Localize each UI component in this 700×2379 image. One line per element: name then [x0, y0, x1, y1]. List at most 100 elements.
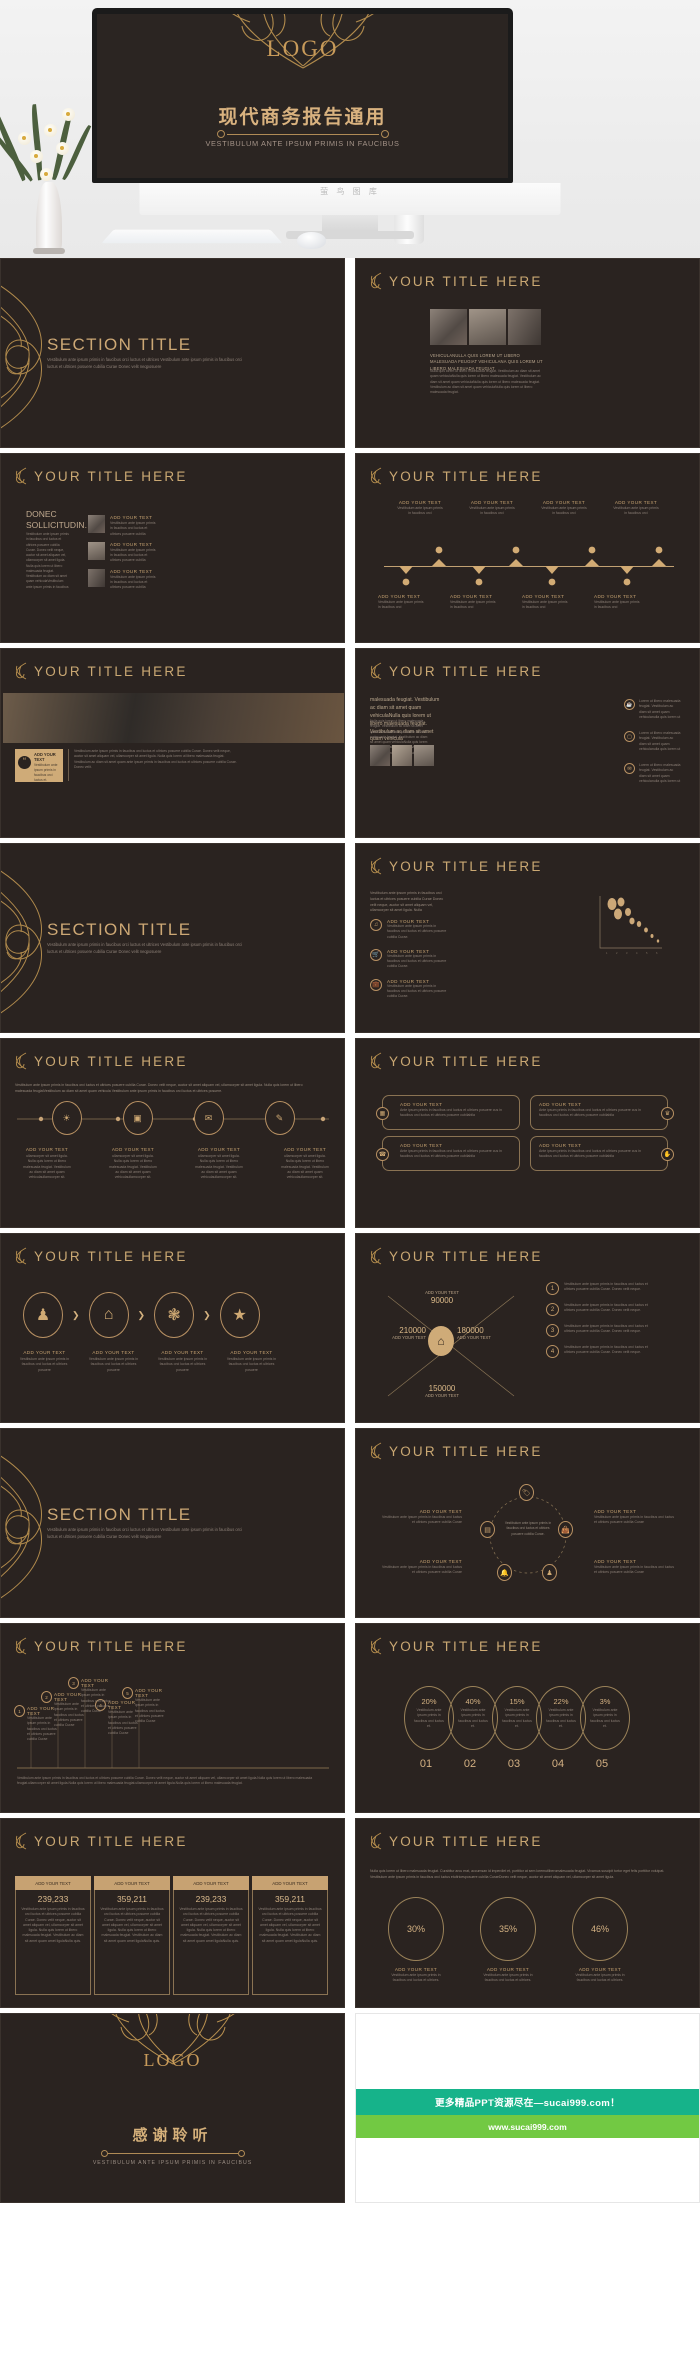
stat-column[interactable]: ADD YOUR TEXT 239,233 Vestibulum ante ip… [173, 1876, 249, 1995]
tag-icon[interactable]: 🏷 [519, 1484, 534, 1501]
percent-circle[interactable]: 22% Vestibulum ante ipsum primis in fauc… [536, 1686, 586, 1750]
slide-thumbnail[interactable]: YOUR TITLE HERE ADD YOUR TEXT Vestibulum… [355, 453, 700, 643]
list-item[interactable]: 1 Vestibulum ante ipsum primis in faucib… [546, 1282, 652, 1295]
donut-label: ADD YOUR TEXT [394, 1967, 438, 1972]
list-item[interactable]: 3 Vestibulum ante ipsum primis in faucib… [546, 1324, 652, 1337]
step-badge-5[interactable]: 5 [122, 1687, 133, 1699]
step-badge-1[interactable]: 1 [14, 1705, 25, 1717]
percent-desc: Vestibulum ante ipsum primis in faucibus… [546, 1708, 576, 1728]
node-bottom[interactable]: 150000 ADD YOUR TEXT [406, 1384, 478, 1398]
node-right[interactable]: 180000 ADD YOUR TEXT [457, 1326, 515, 1340]
pencil-icon[interactable]: ✎ [264, 1101, 295, 1135]
bag-icon[interactable]: 👜 [558, 1521, 573, 1538]
list-item[interactable]: ADD YOUR TEXT ullamcorper sit amet ligul… [281, 1147, 329, 1180]
donut-item[interactable]: 46% ADD YOUR TEXT Vestibulum ante ipsum … [572, 1897, 628, 1984]
slide-thumbnail[interactable]: YOUR TITLE HERE Vestibulum ante ipsum pr… [355, 843, 700, 1033]
slide-thumbnail[interactable]: YOUR TITLE HERE Vestibulum ante ipsum pr… [0, 1038, 345, 1228]
list-item[interactable]: ADD YOUR TEXT ullamcorper sit amet ligul… [109, 1147, 157, 1180]
list-item[interactable]: ADD YOUR TEXT Vestibulum ante ipsum prim… [522, 594, 594, 611]
list-item[interactable]: 💼 ADD YOUR TEXT Vestibulum ante ipsum pr… [370, 978, 449, 1000]
slide-thumbnail[interactable]: YOUR TITLE HERE 1 2 3 4 5 ADD YOUR TEXT … [0, 1623, 345, 1813]
percent-circle[interactable]: 3% Vestibulum ante ipsum primis in fauci… [580, 1686, 630, 1750]
list-item[interactable]: ADD YOUR TEXT Vestibulum ante ipsum prim… [88, 515, 157, 537]
list-item[interactable]: ADD YOUR TEXT Vestibulum ante ipsum prim… [54, 1692, 84, 1728]
stat-column[interactable]: ADD YOUR TEXT 239,233 Vestibulum ante ip… [15, 1876, 91, 1995]
percent-circle[interactable]: 20% Vestibulum ante ipsum primis in fauc… [404, 1686, 454, 1750]
camera-icon[interactable]: ▣ [122, 1101, 153, 1135]
stat-column[interactable]: ADD YOUR TEXT 359,211 Vestibulum ante ip… [94, 1876, 170, 1995]
list-item[interactable]: ADD YOUR TEXT Vestibulum ante ipsum prim… [27, 1706, 57, 1742]
home-dollar-icon[interactable]: ⌂ [88, 1292, 129, 1338]
list-item[interactable]: ADD YOUR TEXT Vestibulum ante ipsum prim… [600, 500, 672, 517]
info-card[interactable]: ♛ ADD YOUR TEXT Ante ipsum primis in fau… [530, 1095, 674, 1130]
list-item[interactable]: ADD YOUR TEXT Vestibulum ante ipsum prim… [135, 1688, 165, 1724]
info-card[interactable]: ▦ ADD YOUR TEXT Ante ipsum primis in fau… [376, 1095, 520, 1130]
info-card[interactable]: ✋ ADD YOUR TEXT Ante ipsum primis in fau… [530, 1136, 674, 1171]
step-badge-3[interactable]: 3 [68, 1677, 79, 1689]
list-item[interactable]: 2 Vestibulum ante ipsum primis in faucib… [546, 1303, 652, 1316]
slide-thumbnail[interactable]: YOUR TITLE HERE ADD YOUR TEXT 239,233 Ve… [0, 1818, 345, 2008]
list-item[interactable]: 🛒 ADD YOUR TEXT Vestibulum ante ipsum pr… [370, 948, 449, 970]
list-item[interactable]: ADD YOUR TEXT Vestibulum ante ipsum prim… [456, 500, 528, 517]
stat-column[interactable]: ADD YOUR TEXT 359,211 Vestibulum ante ip… [252, 1876, 328, 1995]
info-card[interactable]: ☎ ADD YOUR TEXT Ante ipsum primis in fau… [376, 1136, 520, 1171]
slide-thumbnail[interactable]: LOGO 感谢聆听 VESTIBULUM ANTE IPSUM PRIMIS I… [0, 2013, 345, 2203]
list-item[interactable]: ADD YOUR TEXT Vestibulum ante ipsum prim… [155, 1350, 210, 1373]
bell-icon[interactable]: 🔔 [497, 1564, 512, 1581]
slide-thumbnail[interactable]: YOUR TITLE HERE ♟ ❯ ⌂ ❯ ❃ ❯ ★ ADD YOUR T… [0, 1233, 345, 1423]
cycle-label-left-top[interactable]: ADD YOUR TEXT Vestibulum ante ipsum prim… [382, 1509, 462, 1526]
slide-thumbnail[interactable]: YOUR TITLE HERE “ ADD YOUR TEXT Vestibul… [0, 648, 345, 838]
list-item[interactable]: ADD YOUR TEXT Vestibulum ante ipsum prim… [108, 1700, 138, 1736]
mail-icon[interactable]: ✉ [193, 1101, 224, 1135]
list-item[interactable]: ADD YOUR TEXT ullamcorper sit amet ligul… [195, 1147, 243, 1180]
slide-thumbnail[interactable]: YOUR TITLE HERE 🏷 ▤ 👜 🔔 ♟ Vestibulum ant… [355, 1428, 700, 1618]
list-item[interactable]: ADD YOUR TEXT Vestibulum ante ipsum prim… [88, 541, 157, 564]
list-item[interactable]: ADD YOUR TEXT Vestibulum ante ipsum prim… [88, 568, 157, 591]
list-item[interactable]: ADD YOUR TEXT Vestibulum ante ipsum prim… [17, 1350, 72, 1373]
slide-thumbnail[interactable]: YOUR TITLE HERE VEHICULANULLA QUIS LOREM… [355, 258, 700, 448]
people-icon[interactable]: ♟ [542, 1564, 557, 1581]
slide-thumbnail[interactable]: YOUR TITLE HERE ⌂ ADD YOUR TEXT 90000 21… [355, 1233, 700, 1423]
list-item[interactable]: 4 Vestibulum ante ipsum primis in faucib… [546, 1345, 652, 1358]
node-left[interactable]: 210000 ADD YOUR TEXT [368, 1326, 426, 1340]
list-item[interactable]: ▢ Lorem ut libero malesuada feugiat. Ves… [624, 731, 681, 752]
slide-thumbnail[interactable]: YOUR TITLE HERE Nulla quis lorem ut libe… [355, 1818, 700, 2008]
cycle-label-right-bottom[interactable]: ADD YOUR TEXT Vestibulum ante ipsum prim… [594, 1559, 674, 1576]
slide-thumbnail[interactable]: YOUR TITLE HERE ▦ ADD YOUR TEXT Ante ips… [355, 1038, 700, 1228]
list-item[interactable]: ☕ Lorem ut libero malesuada feugiat. Ves… [624, 699, 681, 720]
donut-item[interactable]: 30% ADD YOUR TEXT Vestibulum ante ipsum … [388, 1897, 444, 1984]
node-top[interactable]: ADD YOUR TEXT 90000 [406, 1290, 478, 1305]
donut-item[interactable]: 35% ADD YOUR TEXT Vestibulum ante ipsum … [480, 1897, 536, 1984]
list-item[interactable]: ADD YOUR TEXT Vestibulum ante ipsum prim… [594, 594, 666, 611]
percent-circle[interactable]: 40% Vestibulum ante ipsum primis in fauc… [448, 1686, 498, 1750]
chat-icon[interactable]: ☀ [51, 1101, 82, 1135]
list-item[interactable]: ADD YOUR TEXT Vestibulum ante ipsum prim… [86, 1350, 141, 1373]
list-item[interactable]: ADD YOUR TEXT Vestibulum ante ipsum prim… [450, 594, 522, 611]
list-item[interactable]: ADD YOUR TEXT Vestibulum ante ipsum prim… [378, 594, 450, 611]
list-item[interactable]: ♫ ADD YOUR TEXT Vestibulum ante ipsum pr… [370, 919, 449, 940]
list-item[interactable]: ADD YOUR TEXT ullamcorper sit amet ligul… [23, 1147, 71, 1180]
promo-banner-secondary[interactable]: www.sucai999.com [356, 2115, 699, 2138]
promo-banner-primary[interactable]: 更多精品PPT资源尽在—sucai999.com！ [356, 2089, 699, 2115]
cycle-label-right-top[interactable]: ADD YOUR TEXT Vestibulum ante ipsum prim… [594, 1509, 674, 1526]
laptop-icon[interactable]: ▤ [480, 1521, 495, 1538]
list-item[interactable]: ADD YOUR TEXT Vestibulum ante ipsum prim… [384, 500, 456, 517]
slide-thumbnail[interactable]: SECTION TITLE Vestibulum ante ipsum prim… [0, 1428, 345, 1618]
slide-thumbnail[interactable]: YOUR TITLE HERE 20% Vestibulum ante ipsu… [355, 1623, 700, 1813]
item-label: ADD YOUR TEXT [54, 1692, 82, 1702]
slide-thumbnail[interactable]: SECTION TITLE Vestibulum ante ipsum prim… [0, 258, 345, 448]
slide-thumbnail[interactable]: YOUR TITLE HERE DONEC SOLLICITUDIN. Vest… [0, 453, 345, 643]
list-item[interactable]: ✉ Lorem ut libero malesuada feugiat. Ves… [624, 763, 681, 784]
list-item[interactable]: ADD YOUR TEXT Vestibulum ante ipsum prim… [224, 1350, 279, 1373]
slide-thumbnail[interactable]: YOUR TITLE HERE malesuada feugiat. Vesti… [355, 648, 700, 838]
percent-circle[interactable]: 15% Vestibulum ante ipsum primis in fauc… [492, 1686, 542, 1750]
people-network-icon[interactable]: ♟ [23, 1292, 63, 1338]
list-item[interactable]: ADD YOUR TEXT Vestibulum ante ipsum prim… [528, 500, 600, 517]
list-item[interactable]: ADD YOUR TEXT Vestibulum ante ipsum prim… [81, 1678, 111, 1714]
map-icon[interactable]: ★ [219, 1292, 260, 1338]
donut-desc: Vestibulum ante ipsum primis in faucibus… [391, 1973, 441, 1983]
brain-icon[interactable]: ❃ [154, 1292, 195, 1338]
cycle-label-left-bottom[interactable]: ADD YOUR TEXT Vestibulum ante ipsum prim… [382, 1559, 462, 1576]
step-badge-2[interactable]: 2 [41, 1691, 52, 1703]
slide-thumbnail[interactable]: SECTION TITLE Vestibulum ante ipsum prim… [0, 843, 345, 1033]
